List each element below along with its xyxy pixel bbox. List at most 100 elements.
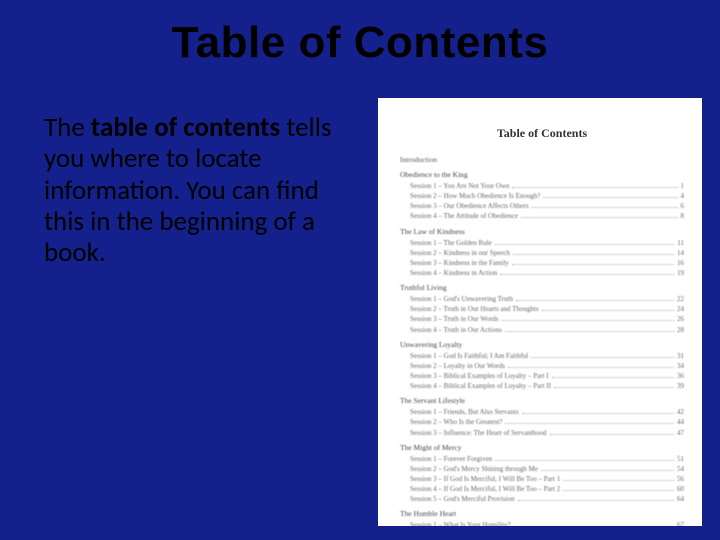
toc-row-page: 14 [677,248,684,258]
toc-section-title: The Servant Lifestyle [400,396,684,405]
toc-row: Session 1 – What Is Your Humility? 67 [400,520,684,526]
toc-leader [508,367,674,368]
toc-row: Session 3 – Influence: The Heart of Serv… [400,428,684,438]
toc-row-page: 28 [677,325,684,335]
toc-row-page: 54 [677,464,684,474]
toc-intro: Introduction [400,155,684,164]
toc-row: Session 1 – The Golden Rule 11 [400,238,684,248]
toc-leader [512,187,677,188]
toc-row-label: Session 1 – Forever Forgiven [410,454,492,464]
toc-row-page: 1 [681,181,685,191]
toc-row: Session 4 – If God Is Merciful, I Will B… [400,484,684,494]
toc-row-label: Session 4 – Biblical Examples of Loyalty… [410,381,551,391]
toc-row: Session 2 – Who Is the Greatest? 44 [400,417,684,427]
toc-heading: Table of Contents [400,126,684,141]
toc-row-page: 11 [677,238,684,248]
toc-row-page: 67 [677,520,684,526]
toc-row-label: Session 5 – God's Merciful Provision [410,494,515,504]
toc-row-page: 19 [677,268,684,278]
toc-row: Session 4 – Truth in Our Actions 28 [400,325,684,335]
toc-leader [495,460,674,461]
body-bold: table of contents [91,111,280,144]
toc-row-page: 24 [677,304,684,314]
toc-row-label: Session 4 – Kindness in Action [410,268,497,278]
toc-row: Session 4 – The Attitude of Obedience8 [400,211,684,221]
toc-row-page: 51 [677,454,684,464]
toc-leader [541,470,674,471]
body-lead: The [44,111,91,144]
toc-row-page: 31 [677,351,684,361]
toc-leader [500,274,674,275]
toc-row-page: 22 [677,294,684,304]
toc-leader [521,217,678,218]
toc-row: Session 1 – Forever Forgiven 51 [400,454,684,464]
toc-row-label: Session 3 – Our Obedience Affects Others [410,201,528,211]
toc-row: Session 4 – Kindness in Action 19 [400,268,684,278]
slide-body: The table of contents tells you where to… [44,112,364,269]
toc-row: Session 2 – Kindness in our Speech 14 [400,248,684,258]
toc-row-page: 39 [677,381,684,391]
toc-row-label: Session 3 – Biblical Examples of Loyalty… [410,371,549,381]
toc-row-label: Session 2 – Truth in Our Hearts and Thou… [410,304,539,314]
toc-leader [512,264,674,265]
toc-leader [513,254,674,255]
toc-row: Session 5 – God's Merciful Provision64 [400,494,684,504]
toc-row-label: Session 3 – Kindness in the Family [410,258,509,268]
toc-leader [554,387,674,388]
toc-leader [522,413,674,414]
toc-row-page: 16 [677,258,684,268]
toc-row-label: Session 4 – If God Is Merciful, I Will B… [410,484,560,494]
toc-leader [531,207,677,208]
toc-section-title: The Might of Mercy [400,443,684,452]
toc-row: Session 4 – Biblical Examples of Loyalty… [400,381,684,391]
toc-row: Session 3 – Biblical Examples of Loyalty… [400,371,684,381]
toc-section-title: Unwavering Loyalty [400,340,684,349]
toc-leader [563,490,674,491]
toc-row-label: Session 3 – Truth in Our Words [410,314,498,324]
toc-row-label: Session 1 – The Golden Rule [410,238,492,248]
toc-leader [501,320,674,321]
toc-leader [495,244,675,245]
toc-row-label: Session 2 – Loyalty in Our Words [410,361,505,371]
toc-row-label: Session 3 – If God Is Merciful, I Will B… [410,474,560,484]
toc-row-page: 60 [677,484,684,494]
slide-title: Table of Contents [0,18,720,68]
toc-row-label: Session 2 – Who Is the Greatest? [410,417,502,427]
toc-leader [550,434,674,435]
toc-leader [531,357,674,358]
toc-row-label: Session 1 – God's Unwavering Truth [410,294,513,304]
toc-row-label: Session 1 – God Is Faithful; I Am Faithf… [410,351,528,361]
toc-row: Session 3 – Truth in Our Words 26 [400,314,684,324]
toc-leader [542,310,674,311]
toc-row-label: Session 1 – Friends, But Also Servants [410,407,519,417]
toc-row-label: Session 2 – Kindness in our Speech [410,248,510,258]
toc-leader [516,300,674,301]
toc-row-page: 42 [677,407,684,417]
toc-row-page: 8 [681,211,685,221]
toc-leader [505,331,674,332]
toc-row: Session 3 – If God Is Merciful, I Will B… [400,474,684,484]
toc-row-page: 26 [677,314,684,324]
toc-leader [552,377,674,378]
toc-row-label: Session 1 – You Are Not Your Own [410,181,509,191]
toc-row: Session 1 – Friends, But Also Servants 42 [400,407,684,417]
toc-row-page: 36 [677,371,684,381]
toc-row: Session 3 – Our Obedience Affects Others… [400,201,684,211]
toc-row-page: 44 [677,417,684,427]
toc-section-title: Truthful Living [400,283,684,292]
toc-row-page: 4 [681,191,685,201]
toc-leader [563,480,674,481]
toc-leader [543,197,677,198]
toc-row: Session 2 – How Much Obedience Is Enough… [400,191,684,201]
toc-row: Session 2 – God's Mercy Shining through … [400,464,684,474]
toc-row-page: 56 [677,474,684,484]
toc-row: Session 1 – God's Unwavering Truth 22 [400,294,684,304]
toc-section-title: Obedience to the King [400,170,684,179]
toc-row-label: Session 1 – What Is Your Humility? [410,520,511,526]
toc-row: Session 1 – God Is Faithful; I Am Faithf… [400,351,684,361]
toc-row-label: Session 4 – Truth in Our Actions [410,325,502,335]
toc-row: Session 3 – Kindness in the Family 16 [400,258,684,268]
toc-row-page: 6 [681,201,685,211]
toc-row: Session 2 – Truth in Our Hearts and Thou… [400,304,684,314]
toc-row: Session 2 – Loyalty in Our Words34 [400,361,684,371]
